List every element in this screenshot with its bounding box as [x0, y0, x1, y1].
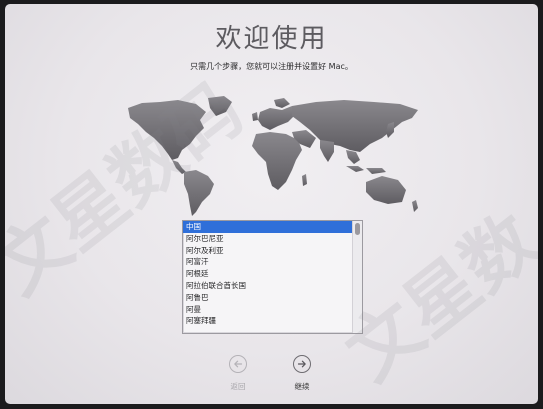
- back-arrow-icon: [229, 355, 247, 373]
- welcome-subtitle: 只需几个步骤，您就可以注册并设置好 Mac。: [190, 62, 353, 71]
- list-item[interactable]: 阿尔巴尼亚: [183, 233, 362, 245]
- forward-arrow-icon: [293, 355, 311, 373]
- list-item[interactable]: 阿鲁巴: [183, 292, 362, 304]
- scrollbar-thumb[interactable]: [355, 223, 360, 235]
- list-item[interactable]: 阿富汗: [183, 256, 362, 268]
- world-map-image: [128, 96, 418, 216]
- continue-button[interactable]: 继续: [282, 355, 322, 392]
- list-item[interactable]: 阿塞拜疆: [183, 315, 362, 327]
- list-item[interactable]: 阿尔及利亚: [183, 245, 362, 257]
- welcome-title: 欢迎使用: [215, 24, 328, 54]
- list-item[interactable]: 中国: [183, 221, 362, 233]
- list-item[interactable]: 阿根廷: [183, 268, 362, 280]
- back-button[interactable]: 返回: [218, 355, 258, 392]
- list-item[interactable]: 阿曼: [183, 304, 362, 316]
- list-item[interactable]: 阿拉伯联合酋长国: [183, 280, 362, 292]
- setup-assistant-window: 欢迎使用 只需几个步骤，您就可以注册并设置好 Mac。 中国 阿尔巴尼亚 阿尔及…: [5, 4, 538, 404]
- country-list[interactable]: 中国 阿尔巴尼亚 阿尔及利亚 阿富汗 阿根廷 阿拉伯联合酋长国 阿鲁巴 阿曼 阿…: [182, 220, 363, 334]
- list-scrollbar[interactable]: [352, 221, 362, 333]
- back-button-label: 返回: [230, 382, 246, 391]
- continue-button-label: 继续: [294, 382, 310, 391]
